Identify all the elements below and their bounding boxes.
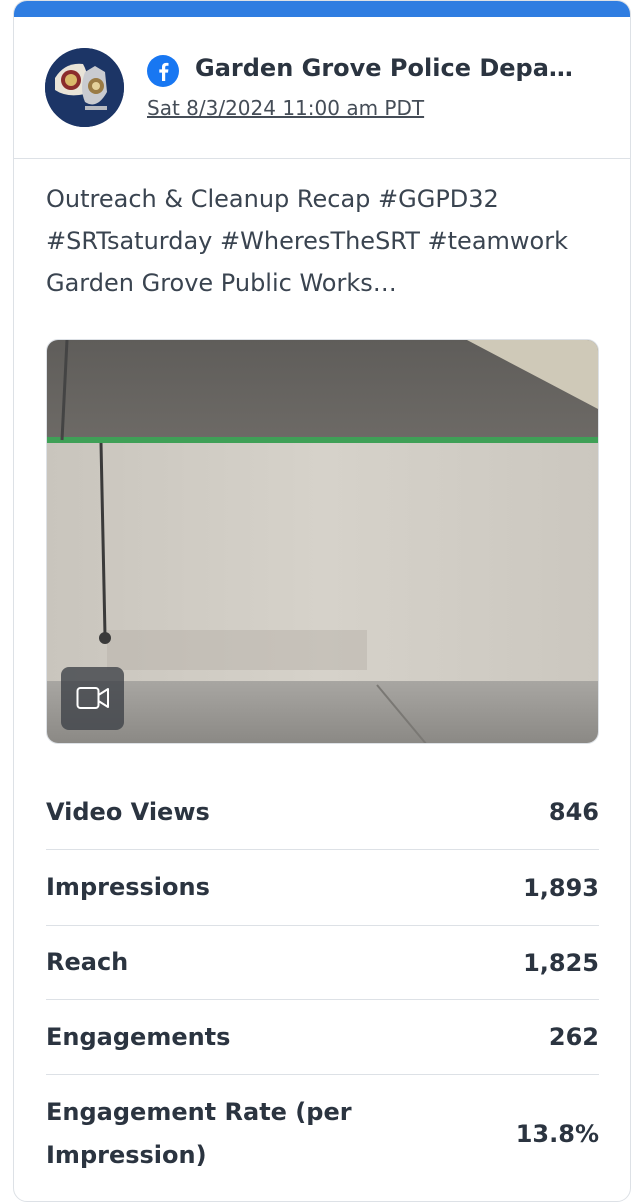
post-header: Garden Grove Police Depa… Sat 8/3/2024 1…: [14, 17, 630, 159]
post-caption: Outreach & Cleanup Recap #GGPD32 #SRTsat…: [46, 185, 568, 297]
post-date-link[interactable]: Sat 8/3/2024 11:00 am PDT: [147, 96, 424, 120]
metrics-table: Video Views 846 Impressions 1,893 Reach …: [46, 775, 599, 1193]
metric-value: 1,825: [523, 948, 599, 977]
metric-row-impressions: Impressions 1,893: [46, 850, 599, 926]
metric-row-video-views: Video Views 846: [46, 775, 599, 850]
post-media-thumbnail[interactable]: [46, 339, 599, 744]
metric-value: 262: [548, 1023, 599, 1051]
metric-value: 846: [548, 798, 599, 826]
avatar[interactable]: [45, 48, 124, 127]
metric-label: Engagements: [46, 1022, 231, 1051]
metric-row-engagement-rate: Engagement Rate (per Impression) 13.8%: [46, 1075, 599, 1193]
facebook-icon: [147, 55, 179, 87]
metric-label: Engagement Rate (per Impression): [46, 1098, 352, 1169]
metric-row-reach: Reach 1,825: [46, 926, 599, 1000]
video-badge: [61, 667, 124, 730]
account-name[interactable]: Garden Grove Police Depa…: [195, 54, 615, 82]
metric-label: Video Views: [46, 797, 210, 826]
card-accent-bar: [14, 1, 630, 17]
metric-value: 1,893: [523, 873, 599, 902]
metric-value: 13.8%: [515, 1120, 599, 1148]
metric-label: Impressions: [46, 873, 210, 901]
video-camera-icon: [76, 687, 109, 709]
metric-label: Reach: [46, 948, 129, 976]
metric-row-engagements: Engagements 262: [46, 1000, 599, 1075]
post-card[interactable]: Garden Grove Police Depa… Sat 8/3/2024 1…: [13, 0, 631, 1202]
